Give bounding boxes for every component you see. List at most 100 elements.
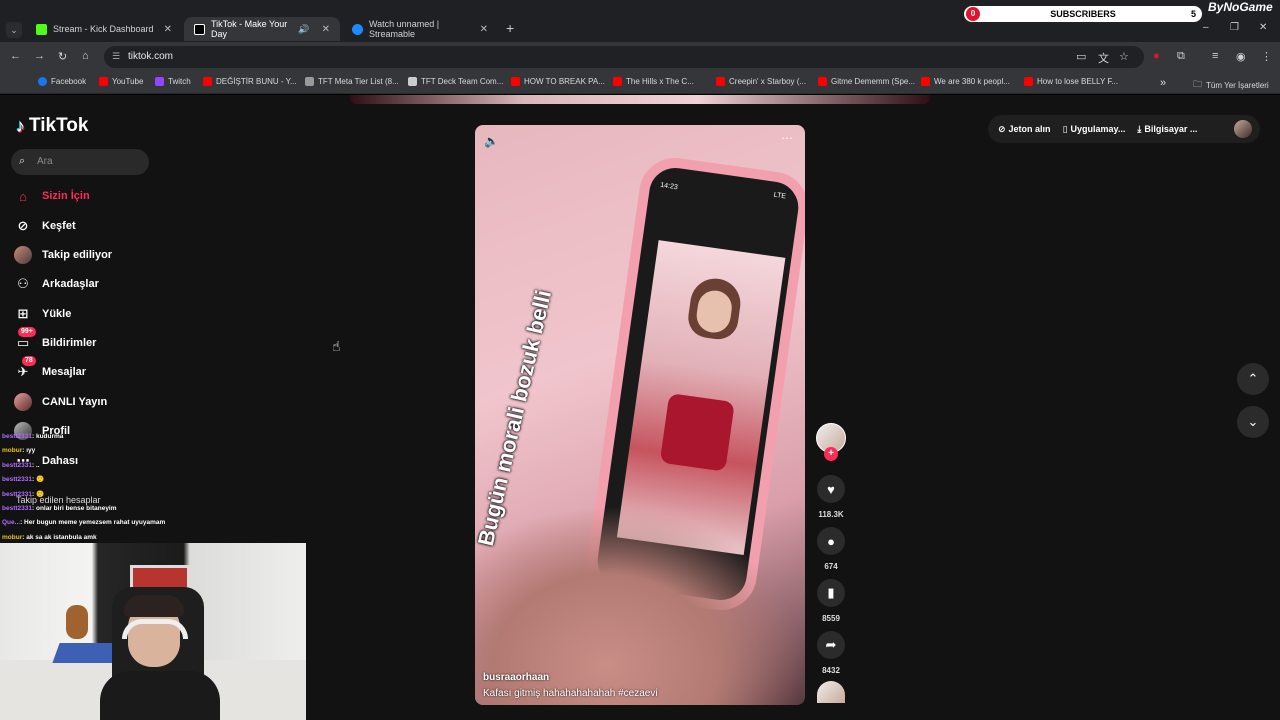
home-icon[interactable]: ⌂ bbox=[82, 50, 89, 62]
hand-cursor-icon: ☝ bbox=[332, 338, 341, 354]
cast-icon[interactable]: ▭ bbox=[1076, 50, 1086, 63]
profile-icon[interactable]: ◉ bbox=[1236, 50, 1246, 63]
webcam-streamer-hair bbox=[124, 595, 184, 617]
sidebar-item-friends[interactable]: ⚇ Arkadaşlar bbox=[14, 273, 99, 295]
sidebar-item-label: Keşfet bbox=[42, 220, 76, 232]
video-subject-top bbox=[659, 393, 735, 472]
sidebar-item-following[interactable]: Takip ediliyor bbox=[14, 244, 112, 266]
video-username[interactable]: busraaorhaan bbox=[483, 672, 549, 683]
chat-user: bestt2331 bbox=[2, 505, 32, 513]
follow-plus-icon[interactable]: + bbox=[824, 447, 838, 461]
bookmark-item[interactable]: HOW TO BREAK PA... bbox=[511, 77, 605, 86]
new-tab-plus-icon[interactable]: + bbox=[506, 20, 514, 36]
user-avatar[interactable] bbox=[1234, 120, 1252, 138]
sidebar-item-live[interactable]: CANLI Yayın bbox=[14, 391, 107, 413]
back-icon[interactable]: ← bbox=[10, 50, 21, 62]
youtube-icon bbox=[203, 77, 212, 86]
sidebar-item-notifications[interactable]: ▭ 99+ Bildirimler bbox=[14, 327, 96, 354]
bookmark-item[interactable]: The Hills x The C... bbox=[613, 77, 694, 86]
webcam-rug bbox=[52, 643, 120, 663]
facebook-icon bbox=[38, 77, 47, 86]
phone-network: LTE bbox=[773, 191, 787, 201]
translate-icon[interactable]: 文 bbox=[1098, 50, 1109, 66]
previous-video-button[interactable]: ⌃ bbox=[1237, 363, 1269, 395]
sidebar-item-label: CANLI Yayın bbox=[42, 396, 108, 408]
site-info-icon[interactable]: ☰ bbox=[112, 51, 120, 62]
tab-kick-dashboard[interactable]: Stream - Kick Dashboard ✕ bbox=[26, 17, 182, 41]
extension-record-icon[interactable]: ● bbox=[1153, 50, 1160, 62]
more-options-icon[interactable]: ⋯ bbox=[781, 131, 793, 145]
bookmark-item[interactable]: How to lose BELLY F... bbox=[1024, 77, 1118, 86]
bookmark-twitch[interactable]: Twitch bbox=[155, 77, 191, 86]
sidebar-item-messages[interactable]: ✈ 78 Mesajlar bbox=[14, 356, 87, 383]
bookmark-item[interactable]: TFT Deck Team Com... bbox=[408, 77, 503, 86]
reload-icon[interactable]: ↻ bbox=[58, 50, 67, 63]
bookmark-item[interactable]: DEĞİŞTİR BUNU - Y... bbox=[203, 77, 297, 86]
tab-tiktok[interactable]: TikTok - Make Your Day 🔊 ✕ bbox=[184, 17, 340, 41]
close-icon[interactable]: ✕ bbox=[480, 24, 488, 35]
bookmarks-bar: Facebook YouTube Twitch DEĞİŞTİR BUNU - … bbox=[0, 72, 1280, 94]
comment-icon: ● bbox=[827, 533, 835, 549]
close-icon[interactable]: ✕ bbox=[322, 24, 330, 35]
search-input[interactable]: ⌕ Ara bbox=[11, 149, 149, 175]
get-desktop-app-button[interactable]: ⤓ Bilgisayar ... bbox=[1137, 124, 1197, 135]
media-control-icon[interactable]: ≡ bbox=[1212, 50, 1218, 62]
forward-icon[interactable]: → bbox=[34, 50, 45, 62]
speaker-icon[interactable]: 🔊 bbox=[298, 24, 309, 35]
sidebar-item-for-you[interactable]: ⌂ Sizin İçin bbox=[14, 185, 90, 207]
tiktok-logo[interactable]: ♪ TikTok bbox=[16, 115, 88, 137]
chat-text: : .. bbox=[32, 461, 40, 469]
chat-text: : Her bugun meme yemezsem rahat uyuyamam bbox=[20, 519, 166, 527]
pc-label: Bilgisayar ... bbox=[1144, 124, 1198, 134]
like-button[interactable]: ♥ bbox=[817, 475, 845, 503]
music-disc-avatar[interactable] bbox=[817, 681, 845, 703]
messages-icon: ✈ 78 bbox=[14, 356, 36, 381]
url-bar[interactable]: ☰ tiktok.com bbox=[104, 46, 1144, 68]
subscriber-goal-bar: 0 SUBSCRIBERS 5 bbox=[962, 4, 1204, 24]
minimize-icon[interactable]: – bbox=[1203, 22, 1209, 33]
live-icon bbox=[14, 393, 32, 411]
volume-icon[interactable]: 🔈 bbox=[484, 134, 499, 148]
bookmark-label: DEĞİŞTİR BUNU - Y... bbox=[216, 77, 297, 86]
tiktok-note-icon: ♪ bbox=[16, 115, 25, 136]
video-description[interactable]: Kafası gitmiş hahahahahahah #cezaevi bbox=[483, 688, 658, 699]
chat-text: : ıyy bbox=[22, 447, 36, 455]
chat-text: : 🙂 bbox=[32, 476, 45, 484]
bookmark-label: YouTube bbox=[112, 77, 144, 86]
restore-icon[interactable]: ❐ bbox=[1230, 22, 1239, 33]
all-bookmarks[interactable]: 🗀 Tüm Yer İşaretleri bbox=[1193, 77, 1269, 93]
webcam-guitar bbox=[66, 605, 88, 639]
get-coins-button[interactable]: ⊘ Jeton alın bbox=[998, 124, 1051, 135]
video-player[interactable]: 🔈 ⋯ 14:23 LTE Bugün morali bozuk belli b… bbox=[475, 125, 805, 705]
close-icon[interactable]: ✕ bbox=[164, 24, 172, 35]
bookmark-facebook[interactable]: Facebook bbox=[38, 77, 86, 86]
window-close-icon[interactable]: ✕ bbox=[1259, 22, 1267, 33]
chat-message: Que...: Her bugun meme yemezsem rahat uy… bbox=[2, 516, 302, 530]
sidebar-item-label: Mesajlar bbox=[42, 366, 87, 378]
sidebar-item-explore[interactable]: ⊘ Keşfet bbox=[14, 215, 76, 237]
save-button[interactable]: ▮ bbox=[817, 579, 845, 607]
bookmark-item[interactable]: Gitme Dememm (Spe... bbox=[818, 77, 915, 86]
get-app-button[interactable]: ▯ Uygulamay... bbox=[1063, 124, 1126, 135]
comment-button[interactable]: ● bbox=[817, 527, 845, 555]
sidebar-item-upload[interactable]: ⊞ Yükle bbox=[14, 303, 72, 325]
twitch-icon bbox=[155, 77, 164, 86]
menu-kebab-icon[interactable]: ⋮ bbox=[1261, 50, 1272, 63]
share-count: 8432 bbox=[822, 666, 840, 675]
next-video-button[interactable]: ⌄ bbox=[1237, 406, 1269, 438]
bookmark-star-icon[interactable]: ☆ bbox=[1119, 50, 1129, 63]
extensions-puzzle-icon[interactable]: ⧉ bbox=[1177, 50, 1185, 63]
share-button[interactable]: ➦ bbox=[817, 631, 845, 659]
bookmark-youtube[interactable]: YouTube bbox=[99, 77, 143, 86]
logo-text: TikTok bbox=[29, 115, 89, 136]
chat-user: mobur bbox=[2, 447, 23, 455]
chat-text: : 🙂 bbox=[32, 490, 45, 498]
bookmark-item[interactable]: We are 380 k peopl... bbox=[921, 77, 1010, 86]
tab-search-chevron-icon[interactable]: ⌄ bbox=[6, 22, 22, 38]
tab-streamable[interactable]: Watch unnamed | Streamable ✕ bbox=[342, 17, 498, 41]
bookmark-item[interactable]: TFT Meta Tier List (8... bbox=[305, 77, 399, 86]
chevron-down-icon: ⌄ bbox=[1247, 414, 1259, 429]
compass-icon: ⊘ bbox=[17, 218, 29, 233]
bookmark-item[interactable]: Creepin' x Starboy (... bbox=[716, 77, 806, 86]
bookmarks-overflow-icon[interactable]: » bbox=[1160, 77, 1166, 89]
